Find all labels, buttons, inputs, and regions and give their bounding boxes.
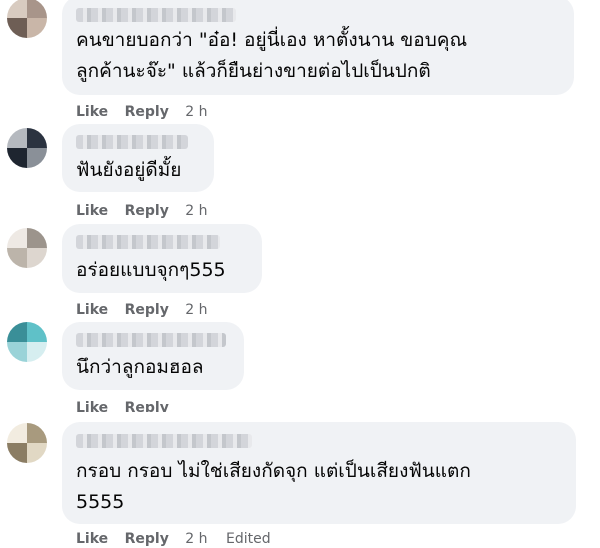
comment-timestamp[interactable]: 2 h [185, 203, 207, 219]
like-button[interactable]: Like [76, 400, 108, 412]
avatar[interactable] [7, 228, 47, 268]
like-button[interactable]: Like [76, 203, 108, 219]
comment-text: คนขายบอกว่า "อ๋อ! อยู่นี่เอง หาตั้งนาน ข… [76, 29, 468, 82]
comment-text: ฟันยังอยู่ดีมั้ย [76, 159, 182, 181]
comment-thread: คนขายบอกว่า "อ๋อ! อยู่นี่เอง หาตั้งนาน ข… [0, 0, 600, 548]
reply-button[interactable]: Reply [125, 302, 169, 318]
like-button[interactable]: Like [76, 302, 108, 318]
reply-button[interactable]: Reply [125, 104, 169, 120]
comment-text: อร่อยแบบจุกๆ555 [76, 259, 226, 281]
comment-timestamp[interactable]: 2 h [185, 104, 207, 120]
comment-bubble: อร่อยแบบจุกๆ555 [62, 224, 262, 293]
avatar[interactable] [7, 0, 47, 38]
comment-actions: Like Reply 2 h [76, 104, 222, 120]
commenter-name-blurred[interactable] [76, 333, 226, 347]
reply-button[interactable]: Reply [125, 531, 169, 547]
reply-button[interactable]: Reply [125, 203, 169, 219]
avatar[interactable] [7, 322, 47, 362]
comment-actions: Like Reply 2 h [76, 203, 222, 219]
commenter-name-blurred[interactable] [76, 235, 220, 249]
comment-bubble: คนขายบอกว่า "อ๋อ! อยู่นี่เอง หาตั้งนาน ข… [62, 0, 574, 95]
reply-button[interactable]: Reply [125, 400, 169, 412]
edited-label[interactable]: Edited [226, 531, 271, 547]
comment-bubble: ฟันยังอยู่ดีมั้ย [62, 124, 214, 192]
like-button[interactable]: Like [76, 104, 108, 120]
comment-timestamp[interactable]: 2 h [185, 302, 207, 318]
commenter-name-blurred[interactable] [76, 434, 252, 448]
comment-text: นึกว่าลูกอมฮอล [76, 356, 204, 378]
comment-actions: Like Reply 2 h Edited [76, 531, 271, 547]
avatar[interactable] [7, 128, 47, 168]
comment-timestamp[interactable]: 2 h [185, 531, 207, 547]
like-button[interactable]: Like [76, 531, 108, 547]
comment-text: กรอบ กรอบ ไม่ใช่เสียงกัดจุก แต่เป็นเสียง… [76, 460, 471, 513]
comment-actions: Like Reply 2 h [76, 302, 222, 318]
commenter-name-blurred[interactable] [76, 135, 188, 149]
commenter-name-blurred[interactable] [76, 8, 236, 22]
avatar[interactable] [7, 423, 47, 463]
comment-bubble: นึกว่าลูกอมฮอล [62, 322, 244, 390]
comment-bubble: กรอบ กรอบ ไม่ใช่เสียงกัดจุก แต่เป็นเสียง… [62, 422, 576, 524]
comment-actions: Like Reply [76, 400, 181, 412]
